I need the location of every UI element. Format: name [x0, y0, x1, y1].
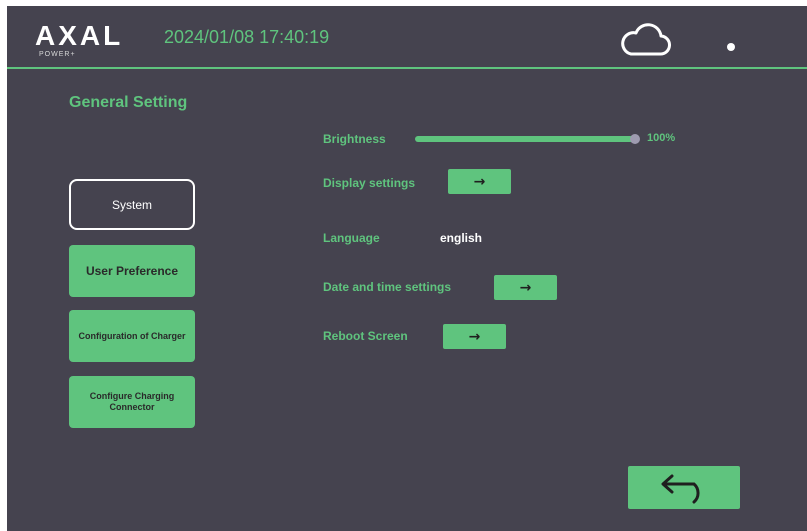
sidebar-item-label: User Preference	[85, 264, 179, 278]
display-settings-label: Display settings	[323, 176, 416, 190]
back-button[interactable]	[628, 466, 740, 509]
reboot-screen-label: Reboot Screen	[323, 329, 408, 343]
language-label: Language	[323, 231, 380, 245]
sidebar-item-configuration-of-charger[interactable]: Configuration of Charger	[69, 310, 195, 362]
date-time-settings-button[interactable]: →	[494, 275, 557, 300]
language-value[interactable]: english	[440, 231, 482, 245]
sidebar-item-configure-charging-connector[interactable]: Configure Charging Connector	[69, 376, 195, 428]
brightness-value: 100%	[647, 132, 676, 144]
sidebar-item-system[interactable]: System	[69, 179, 195, 230]
brightness-slider-track[interactable]	[415, 136, 635, 142]
arrow-right-icon: →	[519, 279, 532, 296]
status-dot-icon	[727, 43, 735, 51]
header-divider	[7, 67, 807, 69]
logo-subtext: POWER+	[39, 51, 76, 58]
back-arrow-icon	[661, 474, 700, 504]
header: AXAL POWER+ 2024/01/08 17:40:19	[7, 6, 807, 67]
sidebar-item-label: Configure Charging Connector	[89, 391, 175, 412]
screen: AXAL POWER+ 2024/01/08 17:40:19 General …	[7, 6, 807, 531]
cloud-icon[interactable]	[619, 22, 671, 58]
reboot-screen-button[interactable]: →	[443, 324, 506, 349]
brightness-label: Brightness	[323, 132, 386, 146]
arrow-right-icon: →	[468, 328, 481, 345]
sidebar-item-label: System	[111, 197, 152, 212]
sidebar-item-label: Configuration of Charger	[78, 331, 186, 341]
logo-text: AXAL	[35, 20, 124, 51]
logo: AXAL POWER+	[35, 20, 135, 60]
brightness-slider-thumb[interactable]	[630, 134, 640, 144]
sidebar-item-user-preference[interactable]: User Preference	[69, 245, 195, 297]
display-settings-button[interactable]: →	[448, 169, 511, 194]
arrow-right-icon: →	[473, 173, 486, 190]
header-datetime: 2024/01/08 17:40:19	[164, 27, 330, 47]
date-time-settings-label: Date and time settings	[323, 280, 452, 294]
page-title: General Setting	[69, 94, 188, 111]
